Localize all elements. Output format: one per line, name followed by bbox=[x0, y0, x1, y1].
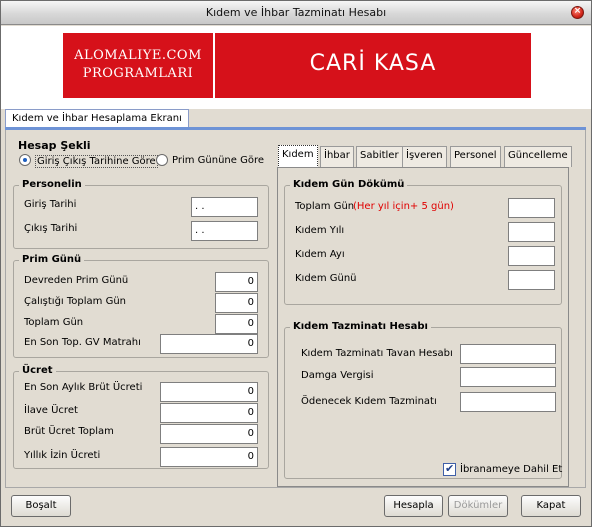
ibraname-checkbox[interactable] bbox=[443, 462, 456, 476]
hesap-sekli-title: Hesap Şekli bbox=[18, 139, 91, 152]
toplam-gun-note: (Her yıl için+ 5 gün) bbox=[353, 201, 454, 212]
yillik-izin-input[interactable]: 0 bbox=[160, 447, 258, 467]
prim-gunu-title: Prim Günü bbox=[19, 254, 85, 265]
subtab-isveren[interactable]: İşveren bbox=[402, 146, 447, 167]
ibraname-label[interactable]: İbranameye Dahil Et bbox=[460, 464, 562, 475]
tavan-hesabi-input[interactable] bbox=[460, 344, 556, 364]
window-title: Kıdem ve İhbar Tazminatı Hesabı bbox=[205, 6, 387, 19]
kidem-gunu-input[interactable] bbox=[508, 270, 555, 290]
kidem-gunu-label: Kıdem Günü bbox=[295, 273, 357, 284]
kidem-tazminati-group: Kıdem Tazminatı Hesabı Kıdem Tazminatı T… bbox=[284, 321, 562, 479]
subtab-guncelleme[interactable]: Güncelleme bbox=[504, 146, 572, 167]
ucret-group: Ücret En Son Aylık Brüt Ücreti 0 İlave Ü… bbox=[13, 365, 269, 469]
calistigi-gun-label: Çalıştığı Toplam Gün bbox=[24, 296, 127, 307]
radio-prim-gunu-label[interactable]: Prim Gününe Göre bbox=[172, 155, 264, 166]
kidem-gun-dokumu-group: Kıdem Gün Dökümü Toplam Gün (Her yıl içi… bbox=[284, 179, 562, 305]
bosalt-button[interactable]: Boşalt bbox=[11, 495, 71, 517]
subtab-ihbar[interactable]: İhbar bbox=[320, 146, 354, 167]
brut-ucret-label: En Son Aylık Brüt Ücreti bbox=[24, 382, 143, 393]
banner-line2: PROGRAMLARI bbox=[82, 66, 194, 81]
banner-brand-text: CARİ KASA bbox=[309, 51, 437, 76]
cikis-tarihi-input[interactable]: . . bbox=[191, 221, 258, 241]
brut-toplam-label: Brüt Ücret Toplam bbox=[24, 426, 114, 437]
toplam-gun-k-label: Toplam Gün bbox=[295, 201, 355, 212]
hesapla-button[interactable]: Hesapla bbox=[384, 495, 443, 517]
radio-prim-gunu[interactable] bbox=[156, 154, 168, 166]
tavan-hesabi-label: Kıdem Tazminatı Tavan Hesabı bbox=[301, 348, 453, 359]
giris-tarihi-input[interactable]: . . bbox=[191, 197, 258, 217]
hesap-sekli-section: Hesap Şekli Giriş Çıkış Tarihine Göre Pr… bbox=[6, 130, 276, 172]
banner: ALOMALIYE.COM PROGRAMLARI CARİ KASA bbox=[1, 26, 591, 109]
devreden-prim-input[interactable]: 0 bbox=[215, 272, 258, 292]
ilave-ucret-label: İlave Ücret bbox=[24, 405, 78, 416]
brut-toplam-input[interactable]: 0 bbox=[160, 424, 258, 444]
gv-matrahi-label: En Son Top. GV Matrahı bbox=[24, 337, 141, 348]
kidem-tazminati-title: Kıdem Tazminatı Hesabı bbox=[290, 321, 431, 332]
kidem-yili-input[interactable] bbox=[508, 222, 555, 242]
cikis-tarihi-label: Çıkış Tarihi bbox=[24, 223, 78, 234]
ilave-ucret-input[interactable]: 0 bbox=[160, 403, 258, 423]
dokumler-button[interactable]: Dökümler bbox=[448, 495, 508, 517]
giris-tarihi-label: Giriş Tarihi bbox=[24, 199, 77, 210]
banner-line1: ALOMALIYE.COM bbox=[74, 48, 202, 63]
kidem-ayi-input[interactable] bbox=[508, 246, 555, 266]
kidem-ayi-label: Kıdem Ayı bbox=[295, 249, 345, 260]
main-window: Kıdem ve İhbar Tazminatı Hesabı × ALOMAL… bbox=[0, 0, 592, 527]
devreden-prim-label: Devreden Prim Günü bbox=[24, 275, 129, 286]
brut-ucret-input[interactable]: 0 bbox=[160, 382, 258, 402]
toplam-gun-input[interactable]: 0 bbox=[215, 314, 258, 334]
subtab-kidem[interactable]: Kıdem bbox=[278, 145, 318, 168]
subtab-personel[interactable]: Personel bbox=[450, 146, 501, 167]
yillik-izin-label: Yıllık İzin Ücreti bbox=[24, 450, 101, 461]
gv-matrahi-input[interactable]: 0 bbox=[160, 334, 258, 354]
radio-giris-cikis[interactable] bbox=[19, 154, 31, 166]
personelin-group: Personelin Giriş Tarihi . . Çıkış Tarihi… bbox=[13, 179, 269, 249]
calistigi-gun-input[interactable]: 0 bbox=[215, 293, 258, 313]
kidem-gun-dokumu-title: Kıdem Gün Dökümü bbox=[290, 179, 408, 190]
radio-giris-cikis-label[interactable]: Giriş Çıkış Tarihine Göre bbox=[35, 155, 158, 168]
banner-logo-alomaliye: ALOMALIYE.COM PROGRAMLARI bbox=[63, 33, 213, 98]
damga-vergisi-input[interactable] bbox=[460, 367, 556, 387]
prim-gunu-group: Prim Günü Devreden Prim Günü 0 Çalıştığı… bbox=[13, 254, 269, 358]
banner-brand: CARİ KASA bbox=[215, 33, 531, 98]
toplam-gun-label: Toplam Gün bbox=[24, 317, 84, 328]
subtab-sabitler[interactable]: Sabitler bbox=[356, 146, 403, 167]
odenecek-label: Ödenecek Kıdem Tazminatı bbox=[301, 396, 437, 407]
kidem-yili-label: Kıdem Yılı bbox=[295, 225, 345, 236]
close-window-icon[interactable]: × bbox=[571, 6, 584, 19]
kapat-button[interactable]: Kapat bbox=[521, 495, 581, 517]
damga-vergisi-label: Damga Vergisi bbox=[301, 370, 374, 381]
ucret-title: Ücret bbox=[19, 365, 56, 376]
personelin-title: Personelin bbox=[19, 179, 85, 190]
odenecek-input[interactable] bbox=[460, 392, 556, 412]
tab-kidem-ihbar-hesaplama[interactable]: Kıdem ve İhbar Hesaplama Ekranı bbox=[5, 109, 189, 129]
kidem-panel: Kıdem Gün Dökümü Toplam Gün (Her yıl içi… bbox=[277, 167, 569, 487]
toplam-gun-k-input[interactable] bbox=[508, 198, 555, 218]
title-bar: Kıdem ve İhbar Tazminatı Hesabı × bbox=[1, 1, 591, 25]
